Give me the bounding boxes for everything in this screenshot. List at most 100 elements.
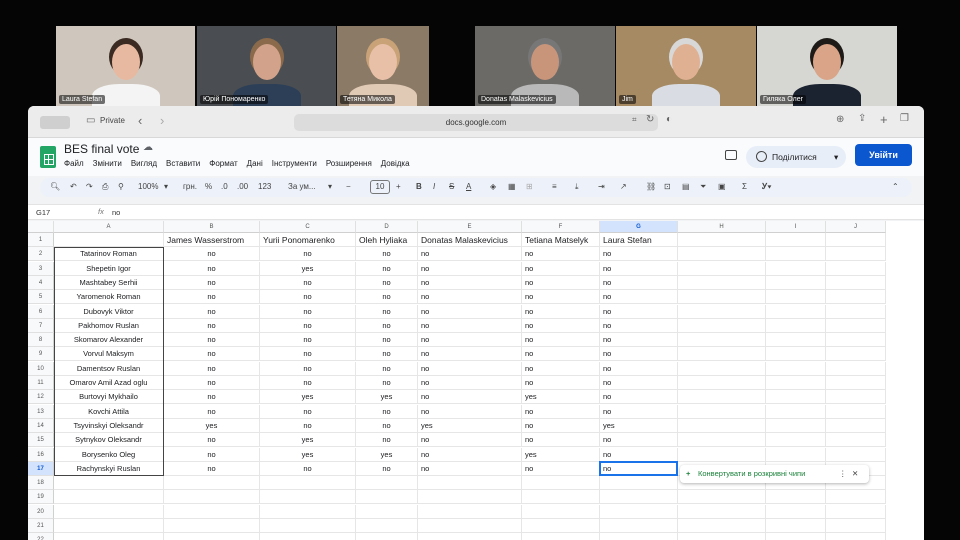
table-cell[interactable] — [826, 390, 886, 405]
fill-color-icon[interactable]: ◈ — [490, 182, 496, 191]
table-cell[interactable] — [678, 533, 766, 540]
table-cell[interactable]: no — [522, 290, 600, 305]
font-chevron-icon[interactable]: ▾ — [328, 182, 332, 191]
text-wrap-icon[interactable]: ⇥ — [598, 182, 605, 191]
column-header[interactable]: A — [54, 221, 164, 233]
table-cell[interactable] — [356, 504, 418, 519]
table-row-name[interactable]: Rachynskyi Ruslan — [54, 461, 164, 476]
table-cell[interactable]: no — [600, 361, 678, 376]
row-header[interactable]: 7 — [28, 318, 54, 333]
table-cell[interactable] — [356, 533, 418, 540]
table-cell[interactable]: no — [418, 390, 522, 405]
table-cell[interactable]: no — [356, 304, 418, 319]
table-header-cell[interactable] — [54, 233, 164, 247]
table-cell[interactable]: no — [522, 404, 600, 419]
table-cell[interactable] — [826, 304, 886, 319]
table-header-cell[interactable]: Yurii Ponomarenko — [260, 233, 356, 247]
table-cell[interactable] — [678, 333, 766, 348]
column-header[interactable]: D — [356, 221, 418, 233]
table-cell[interactable] — [678, 290, 766, 305]
column-header[interactable]: I — [766, 221, 826, 233]
table-cell[interactable]: yes — [260, 261, 356, 276]
menu-item[interactable]: Інструменти — [272, 159, 317, 168]
row-header[interactable]: 21 — [28, 519, 54, 533]
table-cell[interactable] — [678, 447, 766, 462]
column-header[interactable]: B — [164, 221, 260, 233]
menu-item[interactable]: Довідка — [381, 159, 410, 168]
video-tile[interactable]: Юрій Пономаренко — [197, 26, 336, 106]
table-cell[interactable] — [600, 504, 678, 519]
table-row-name[interactable]: Vorvul Maksym — [54, 347, 164, 362]
column-header[interactable]: H — [678, 221, 766, 233]
table-row-name[interactable]: Skomarov Alexander — [54, 333, 164, 348]
table-row-name[interactable]: Tsyvinskyi Oleksandr — [54, 418, 164, 433]
video-tile[interactable]: Laura Stefan — [56, 26, 195, 106]
spreadsheet-grid[interactable]: A B C D E F G H I J 1 2 3 4 5 6 7 8 9 10 11 12 13 14 15 16 17 18 19 2… — [28, 221, 924, 540]
table-cell[interactable] — [54, 533, 164, 540]
table-cell[interactable]: no — [356, 418, 418, 433]
table-row-name[interactable]: Damentsov Ruslan — [54, 361, 164, 376]
table-cell[interactable]: no — [164, 333, 260, 348]
percent-button[interactable]: % — [205, 182, 212, 191]
table-cell[interactable]: yes — [522, 447, 600, 462]
table-cell[interactable]: no — [260, 290, 356, 305]
table-cell[interactable]: yes — [418, 418, 522, 433]
table-cell[interactable] — [826, 275, 886, 290]
table-cell[interactable]: no — [600, 304, 678, 319]
table-cell[interactable]: no — [522, 418, 600, 433]
table-cell[interactable] — [766, 318, 826, 333]
table-cell[interactable] — [826, 418, 886, 433]
row-header[interactable]: 19 — [28, 490, 54, 505]
table-cell[interactable] — [826, 347, 886, 362]
table-cell[interactable]: no — [600, 347, 678, 362]
strikethrough-icon[interactable]: S — [449, 182, 454, 191]
table-cell[interactable] — [766, 418, 826, 433]
table-cell[interactable] — [678, 519, 766, 533]
tab-overview-icon[interactable]: ▭ — [86, 115, 95, 126]
table-cell[interactable]: no — [260, 304, 356, 319]
table-row-name[interactable]: Shepetin Igor — [54, 261, 164, 276]
tabs-icon[interactable]: ❐ — [900, 113, 909, 124]
table-cell[interactable] — [678, 390, 766, 405]
table-cell[interactable]: no — [164, 247, 260, 262]
table-row-name[interactable]: Pakhomov Ruslan — [54, 318, 164, 333]
table-cell[interactable] — [826, 433, 886, 448]
table-cell[interactable]: no — [600, 318, 678, 333]
number-format-button[interactable]: 123 — [258, 182, 271, 191]
table-header-cell[interactable]: Oleh Hyliaka — [356, 233, 418, 247]
menu-item[interactable]: Змінити — [93, 159, 122, 168]
table-cell[interactable]: no — [260, 361, 356, 376]
table-cell[interactable] — [678, 347, 766, 362]
font-select[interactable]: За ум... — [288, 182, 316, 191]
table-cell[interactable]: yes — [522, 390, 600, 405]
table-cell[interactable]: no — [356, 261, 418, 276]
doc-title[interactable]: BES final vote — [64, 142, 139, 156]
table-cell[interactable] — [678, 247, 766, 262]
table-cell[interactable] — [826, 447, 886, 462]
table-cell[interactable]: yes — [356, 447, 418, 462]
table-cell[interactable] — [826, 233, 886, 247]
table-cell[interactable] — [766, 290, 826, 305]
input-tools-icon[interactable]: Ꭹ▾ — [762, 182, 771, 192]
table-header-cell[interactable]: Laura Stefan — [600, 233, 678, 247]
table-cell[interactable] — [678, 275, 766, 290]
table-row-name[interactable]: Borysenko Oleg — [54, 447, 164, 462]
table-cell[interactable]: yes — [164, 418, 260, 433]
table-row-name[interactable]: Yaromenok Roman — [54, 290, 164, 305]
redo-icon[interactable]: ↷ — [86, 182, 93, 191]
table-cell[interactable] — [826, 376, 886, 390]
table-cell[interactable]: no — [522, 333, 600, 348]
address-bar[interactable]: docs.google.com — [294, 114, 658, 131]
login-button[interactable]: Увійти — [855, 144, 912, 166]
table-cell[interactable]: no — [164, 404, 260, 419]
table-cell[interactable] — [766, 233, 826, 247]
row-header[interactable]: 14 — [28, 418, 54, 433]
table-cell[interactable]: no — [522, 318, 600, 333]
table-cell[interactable]: no — [260, 418, 356, 433]
row-header[interactable]: 15 — [28, 433, 54, 448]
row-header[interactable]: 5 — [28, 290, 54, 305]
merge-cells-icon[interactable]: ⊞ — [526, 182, 533, 191]
share-button[interactable]: Поділитися ▾ — [746, 146, 846, 168]
table-cell[interactable] — [600, 490, 678, 505]
table-cell[interactable] — [356, 476, 418, 491]
